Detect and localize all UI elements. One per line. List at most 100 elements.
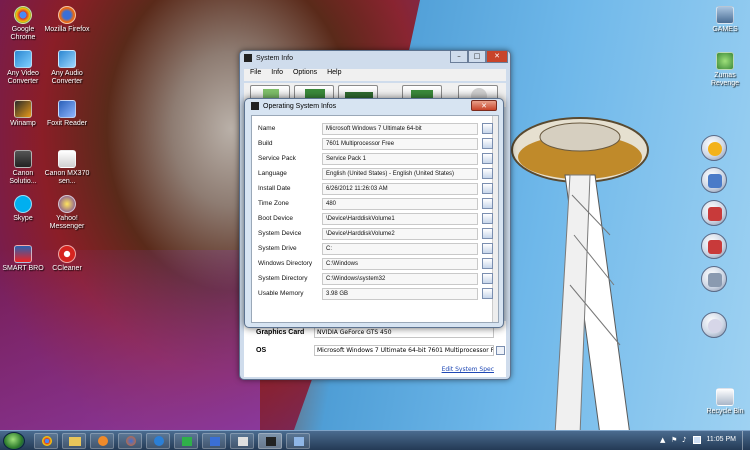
row-value[interactable]: 7601 Multiprocessor Free <box>322 138 478 150</box>
taskbar-app-button[interactable] <box>174 433 198 449</box>
desktop-icon-smart-bro[interactable]: SMART BRO <box>0 245 46 273</box>
row-value[interactable]: 6/26/2012 11:26:03 AM <box>322 183 478 195</box>
winamp-icon <box>14 100 32 118</box>
gadget-network[interactable] <box>701 167 727 193</box>
gadget-programs[interactable] <box>701 233 727 259</box>
tray-expand-icon[interactable]: ▲ <box>660 436 668 444</box>
firefox-icon <box>126 436 136 446</box>
row-value[interactable]: C:\Windows <box>322 258 478 270</box>
desktop-icon-firefox[interactable]: Mozilla Firefox <box>44 6 90 34</box>
skype-icon <box>14 195 32 213</box>
window-icon <box>294 437 304 446</box>
copy-icon[interactable] <box>482 168 493 179</box>
copy-icon[interactable] <box>482 243 493 254</box>
row-value[interactable]: C: <box>322 243 478 255</box>
copy-icon[interactable] <box>482 123 493 134</box>
speaker-icon[interactable]: ♪ <box>682 436 690 444</box>
desktop-icon-winamp[interactable]: Winamp <box>0 100 46 128</box>
minimize-button[interactable]: – <box>450 51 468 63</box>
desktop-icon-foxit-reader[interactable]: Foxit Reader <box>44 100 90 128</box>
taskbar-firefox-button[interactable] <box>118 433 142 449</box>
os-row-service-pack: Service Pack Service Pack 1 <box>252 152 500 167</box>
desktop-icon-canon-solution[interactable]: Canon Solutio... <box>0 150 46 186</box>
desktop-icon-games[interactable]: GAMES <box>702 6 748 34</box>
copy-icon[interactable] <box>482 213 493 224</box>
desktop-icon-yahoo-messenger[interactable]: Yahoo! Messenger <box>44 195 90 231</box>
copy-icon[interactable] <box>482 153 493 164</box>
network-tray-icon[interactable] <box>693 436 701 444</box>
copy-icon[interactable] <box>482 198 493 209</box>
row-value[interactable]: 480 <box>322 198 478 210</box>
video-converter-icon <box>14 50 32 68</box>
desktop-icon-recycle-bin[interactable]: Recycle Bin <box>702 388 748 416</box>
row-value[interactable]: C:\Windows\system32 <box>322 273 478 285</box>
dialog-close-button[interactable]: ✕ <box>471 100 497 111</box>
menu-options[interactable]: Options <box>293 69 317 81</box>
row-value[interactable]: \Device\HarddiskVolume2 <box>322 228 478 240</box>
copy-icon[interactable] <box>482 228 493 239</box>
taskbar-clock[interactable]: 11:05 PM <box>707 436 736 443</box>
menu-info[interactable]: Info <box>271 69 283 81</box>
network-icon <box>210 437 220 446</box>
close-button[interactable]: ✕ <box>486 51 508 63</box>
taskbar-notes-button[interactable] <box>230 433 254 449</box>
taskbar-system-info-button[interactable] <box>258 433 282 449</box>
menu-file[interactable]: File <box>250 69 261 81</box>
os-row-language: Language English (United States) - Engli… <box>252 167 500 182</box>
desktop-icon-canon-mx370[interactable]: Canon MX370 sen... <box>44 150 90 186</box>
copy-icon[interactable] <box>482 288 493 299</box>
orb-icon <box>708 319 722 333</box>
row-label: Language <box>258 170 287 177</box>
copy-icon[interactable] <box>482 258 493 269</box>
row-value[interactable]: Service Pack 1 <box>322 153 478 165</box>
taskbar-window-button[interactable] <box>286 433 310 449</box>
taskbar-explorer-button[interactable] <box>62 433 86 449</box>
space-needle-graphic <box>511 117 649 435</box>
row-value[interactable]: 3.98 GB <box>322 288 478 300</box>
copy-icon[interactable] <box>482 273 493 284</box>
gadget-orb[interactable] <box>701 312 727 338</box>
gadget-wifi[interactable] <box>701 135 727 161</box>
desktop-icon-label: Recycle Bin <box>706 408 744 415</box>
taskbar-chrome-button[interactable] <box>34 433 58 449</box>
desktop-icon-skype[interactable]: Skype <box>0 195 46 223</box>
taskbar: ▲ ⚑ ♪ 11:05 PM <box>0 430 750 450</box>
os-label: OS <box>256 347 267 354</box>
desktop-icon-label: Google Chrome <box>10 26 36 41</box>
maximize-button[interactable]: □ <box>468 51 486 63</box>
taskbar-ie-button[interactable] <box>146 433 170 449</box>
desktop-icon-any-video-converter[interactable]: Any Video Converter <box>0 50 46 86</box>
copy-icon[interactable] <box>482 183 493 194</box>
start-button[interactable] <box>3 432 25 450</box>
row-value[interactable]: English (United States) - English (Unite… <box>322 168 478 180</box>
desktop-icon-zumas-revenge[interactable]: Zumas Revenge <box>702 52 748 88</box>
desktop-icon-ccleaner[interactable]: CCleaner <box>44 245 90 273</box>
os-infos-titlebar: Operating System Infos <box>245 99 503 113</box>
canon-printer-icon <box>14 150 32 168</box>
desktop-icon-chrome[interactable]: Google Chrome <box>0 6 46 42</box>
action-center-icon[interactable]: ⚑ <box>671 436 679 444</box>
menu-help[interactable]: Help <box>327 69 341 81</box>
row-label: Usable Memory <box>258 290 304 297</box>
row-label: Build <box>258 140 273 147</box>
taskbar-media-button[interactable] <box>90 433 114 449</box>
os-copy-button[interactable] <box>496 346 505 355</box>
taskbar-network-button[interactable] <box>202 433 226 449</box>
internet-explorer-icon <box>154 436 164 446</box>
menu-bar: File Info Options Help <box>244 69 506 81</box>
row-value[interactable]: \Device\HarddiskVolume1 <box>322 213 478 225</box>
app-icon <box>251 102 259 110</box>
canon-document-icon <box>58 150 76 168</box>
os-row-system-drive: System Drive C: <box>252 242 500 257</box>
copy-icon[interactable] <box>482 138 493 149</box>
gadget-window[interactable] <box>701 266 727 292</box>
control-panel-icon <box>708 207 722 221</box>
gadget-control-panel[interactable] <box>701 200 727 226</box>
row-value[interactable]: Microsoft Windows 7 Ultimate 64-bit <box>322 123 478 135</box>
edit-system-spec-link[interactable]: Edit System Spec <box>442 366 494 373</box>
os-row-boot-device: Boot Device \Device\HarddiskVolume1 <box>252 212 500 227</box>
os-value: Microsoft Windows 7 Ultimate 64-bit 7601… <box>314 345 494 356</box>
desktop-icon-any-audio-converter[interactable]: Any Audio Converter <box>44 50 90 86</box>
os-row-windows-directory: Windows Directory C:\Windows <box>252 257 500 272</box>
show-desktop-button[interactable] <box>742 431 750 450</box>
